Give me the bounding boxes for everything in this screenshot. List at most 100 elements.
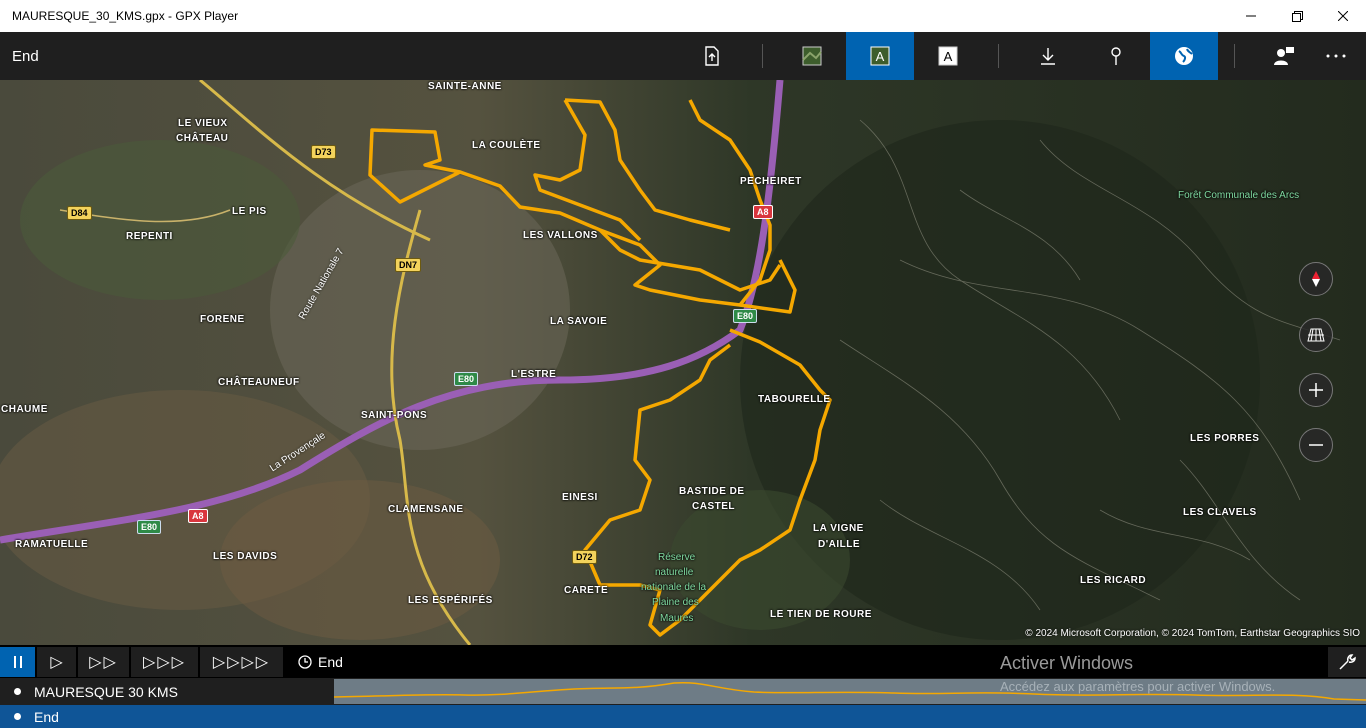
pause-button[interactable] [0,647,36,677]
compass-button[interactable] [1299,262,1333,296]
svg-text:A: A [944,49,953,64]
place-label: PECHEIRET [740,176,802,187]
play-2x-icon: ▷▷ [89,654,118,671]
wrench-icon [1339,654,1356,670]
track-name: MAURESQUE 30 KMS [34,684,178,700]
download-icon [1041,48,1055,65]
reserve-label: Maures [660,613,694,624]
place-label: SAINT-PONS [361,410,428,421]
toolbar-divider [1234,44,1235,68]
place-label: RAMATUELLE [15,539,89,550]
place-label: LE TIEN DE ROURE [770,609,872,620]
place-label: LA COULÈTE [472,140,541,151]
position-label: End [318,654,343,670]
activate-windows-title: Activer Windows [1000,653,1134,673]
minimize-icon [1246,15,1256,17]
road-shield: A8 [188,509,208,523]
aerial-map-button[interactable] [778,32,846,80]
place-label: LA VIGNE [813,523,864,534]
export-button[interactable] [678,32,746,80]
place-label: LE PIS [232,206,267,217]
aerial-labels-icon: A [870,46,890,66]
pin-button[interactable] [1082,32,1150,80]
road-shield: E80 [137,520,162,534]
road-shield: E80 [454,372,479,386]
place-label: CHÂTEAUNEUF [218,377,300,388]
road-shield: DN7 [395,258,422,272]
restore-icon [1291,10,1303,22]
play-4x-icon: ▷▷▷▷ [212,654,271,671]
forest-label: Forêt Communale des Arcs [1178,190,1300,201]
status-label: End [34,709,59,725]
close-icon [1338,11,1348,21]
place-label: LE VIEUX [178,118,228,129]
reserve-label: Réserve [658,552,696,563]
zoom-out-button[interactable] [1299,428,1333,462]
more-button[interactable] [1306,32,1366,80]
place-label: LA SAVOIE [550,316,608,327]
map-copyright: © 2024 Microsoft Corporation, © 2024 Tom… [1025,628,1360,639]
track-list-item[interactable]: MAURESQUE 30 KMS Accédez aux paramètres … [0,678,1366,705]
place-label: BASTIDE DE [679,486,745,497]
place-label: LES PORRES [1190,433,1260,444]
people-icon [1274,47,1294,65]
globe-icon [1175,47,1193,65]
road-shield: A8 [753,205,773,219]
restore-button[interactable] [1274,0,1320,32]
svg-text:A: A [876,49,885,64]
close-button[interactable] [1320,0,1366,32]
pin-icon [1111,47,1121,65]
place-label: LES DAVIDS [213,551,278,562]
globe-button[interactable] [1150,32,1218,80]
place-label: D'AILLE [818,539,860,550]
play-3x-icon: ▷▷▷ [143,654,186,671]
aerial-labels-button[interactable]: A [846,32,914,80]
title-bar: MAURESQUE_30_KMS.gpx - GPX Player [0,0,1366,32]
road-shield: D84 [67,206,92,220]
gpx-player-window: MAURESQUE_30_KMS.gpx - GPX Player End A … [0,0,1366,728]
status-bullet [14,713,21,720]
play-4x-button[interactable]: ▷▷▷▷ [200,647,284,677]
position-display: End [298,654,343,670]
more-icon [1326,54,1346,58]
status-bar: End [0,705,1366,728]
place-label: LES CLAVELS [1183,507,1257,518]
aerial-map-icon [802,46,822,66]
road-shield: D72 [572,550,597,564]
play-2x-button[interactable]: ▷▷ [78,647,130,677]
play-1x-button[interactable]: ▷ [37,647,77,677]
toolbar-divider [762,44,763,68]
reserve-label: Plaine des [652,597,699,608]
map-view[interactable]: SAINTE-ANNE LE VIEUX CHÂTEAU LA COULÈTE … [0,80,1366,645]
zoom-in-button[interactable] [1299,373,1333,407]
place-label: CLAMENSANE [388,504,464,515]
reserve-label: naturelle [655,567,694,578]
top-toolbar: End A A [0,32,1366,80]
activate-windows-subtitle: Accédez aux paramètres pour activer Wind… [1000,679,1276,694]
download-button[interactable] [1014,32,1082,80]
road-labels-button[interactable]: A [914,32,982,80]
zoom-in-icon [1309,383,1323,397]
place-label: LES RICARD [1080,575,1147,586]
place-label: LES ESPÉRIFÉS [408,595,493,606]
road-shield: E80 [733,309,758,323]
play-3x-button[interactable]: ▷▷▷ [131,647,199,677]
place-label: CHÂTEAU [176,133,229,144]
3d-view-icon [1307,328,1325,342]
road-labels-icon: A [938,46,958,66]
pause-icon [13,656,22,668]
track-bullet [14,688,21,695]
elevation-profile[interactable]: Accédez aux paramètres pour activer Wind… [333,679,1366,704]
reserve-label: nationale de la [641,582,707,593]
place-label: CASTEL [692,501,735,512]
settings-button[interactable] [1328,647,1366,677]
playback-bar: ▷ ▷▷ ▷▷▷ ▷▷▷▷ End Activer Windows [0,645,1366,678]
road-shield: D73 [311,145,336,159]
place-label: LES VALLONS [523,230,598,241]
place-label: CARETE [564,585,609,596]
place-label: SAINTE-ANNE [428,81,502,92]
3d-view-button[interactable] [1299,318,1333,352]
zoom-out-icon [1309,444,1323,446]
minimize-button[interactable] [1228,0,1274,32]
place-label: L'ESTRE [511,369,557,380]
